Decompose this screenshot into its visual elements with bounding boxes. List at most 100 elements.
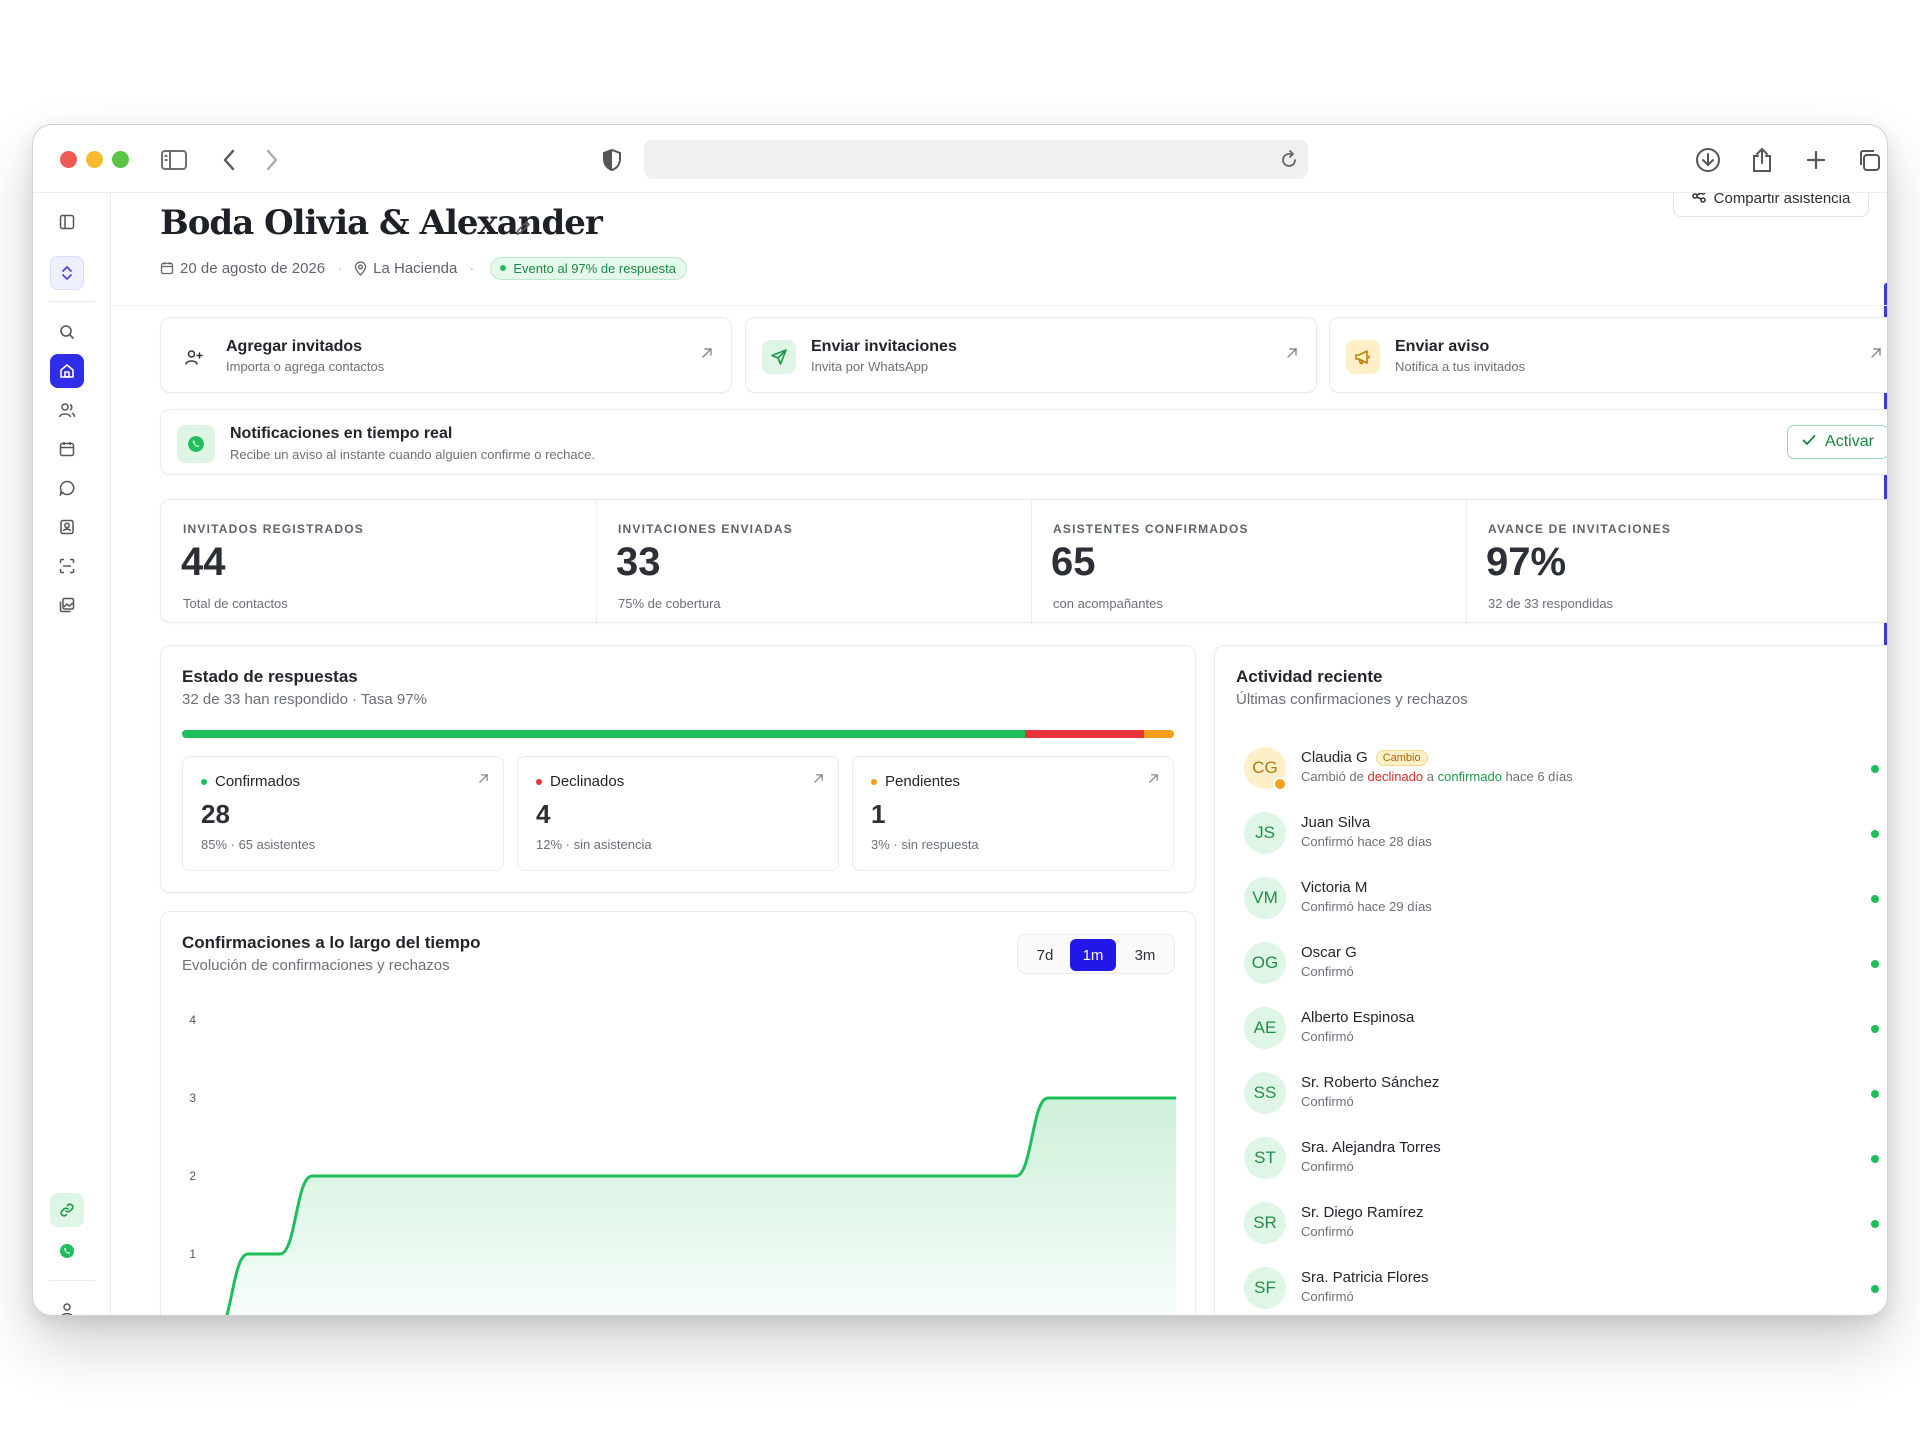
arrow-up-right-icon	[1148, 771, 1159, 789]
sidebar-toggle-icon[interactable]	[157, 143, 191, 177]
activity-name: Sra. Alejandra Torres	[1301, 1139, 1441, 1156]
stat-sub: con acompañantes	[1053, 596, 1163, 611]
declined-card[interactable]: Declinados 4 12% · sin asistencia	[517, 756, 839, 871]
arrow-up-right-icon	[478, 771, 489, 789]
contacts-icon[interactable]	[50, 510, 84, 544]
activity-name: Juan Silva	[1301, 814, 1371, 831]
event-selector-icon[interactable]	[50, 256, 84, 290]
activate-button[interactable]: Activar	[1787, 425, 1887, 459]
activity-description: Cambió de declinado a confirmado hace 6 …	[1301, 769, 1573, 784]
add-guests-card[interactable]: Agregar invitados Importa o agrega conta…	[160, 317, 732, 393]
close-window-button[interactable]	[60, 151, 77, 168]
activity-description: Confirmó hace 28 días	[1301, 834, 1432, 849]
gallery-icon[interactable]	[50, 588, 84, 622]
avatar: JS	[1244, 812, 1286, 854]
stat-label: ASISTENTES CONFIRMADOS	[1053, 522, 1249, 536]
action-subtitle: Invita por WhatsApp	[811, 359, 929, 374]
event-meta: 20 de agosto de 2026 · La Hacienda · Eve…	[160, 255, 687, 281]
tab-overview-icon[interactable]	[1852, 143, 1886, 177]
confirmed-count: 28	[201, 799, 230, 829]
send-invitations-card[interactable]: Enviar invitaciones Invita por WhatsApp	[745, 317, 1317, 393]
calendar-icon[interactable]	[50, 432, 84, 466]
activity-name: Alberto Espinosa	[1301, 1009, 1415, 1026]
activity-name: Claudia G Cambio	[1301, 749, 1428, 766]
timeline-chart: 01234	[189, 1013, 1176, 1315]
section-subtitle: Últimas confirmaciones y rechazos	[1236, 691, 1468, 708]
arrow-up-right-icon	[701, 346, 713, 364]
profile-icon[interactable]	[50, 1293, 84, 1315]
activity-name: Oscar G	[1301, 944, 1357, 961]
pending-label: Pendientes	[871, 773, 960, 790]
guests-icon[interactable]	[50, 393, 84, 427]
activity-item[interactable]: CG Claudia G Cambio Cambió de declinado a…	[1244, 741, 1884, 797]
confirmed-card[interactable]: Confirmados 28 85% · 65 asistentes	[182, 756, 504, 871]
pending-card[interactable]: Pendientes 1 3% · sin respuesta	[852, 756, 1174, 871]
messages-icon[interactable]	[50, 471, 84, 505]
send-icon	[762, 340, 796, 374]
activity-item[interactable]: SF Sra. Patricia Flores Confirmó	[1244, 1261, 1884, 1315]
scan-icon[interactable]	[50, 549, 84, 583]
declined-sub: 12% · sin asistencia	[536, 837, 652, 852]
send-notice-card[interactable]: Enviar aviso Notifica a tus invitados	[1329, 317, 1887, 393]
back-icon[interactable]	[212, 143, 246, 177]
address-bar[interactable]	[644, 140, 1308, 179]
action-subtitle: Importa o agrega contactos	[226, 359, 385, 374]
activity-name: Sr. Diego Ramírez	[1301, 1204, 1424, 1221]
section-subtitle: 32 de 33 han respondido · Tasa 97%	[182, 691, 427, 708]
confirmations-timeline-card: Confirmaciones a lo largo del tiempo Evo…	[160, 911, 1196, 1315]
maximize-window-button[interactable]	[112, 151, 129, 168]
minimize-window-button[interactable]	[86, 151, 103, 168]
share-attendance-label: Compartir asistencia	[1713, 193, 1851, 207]
new-tab-icon[interactable]	[1799, 143, 1833, 177]
activity-item[interactable]: ST Sra. Alejandra Torres Confirmó	[1244, 1131, 1884, 1187]
downloads-icon[interactable]	[1691, 143, 1725, 177]
forward-icon[interactable]	[255, 143, 289, 177]
arrow-up-right-icon	[813, 771, 824, 789]
status-dot	[1871, 1155, 1879, 1163]
activity-item[interactable]: SR Sr. Diego Ramírez Confirmó	[1244, 1196, 1884, 1252]
avatar: SR	[1244, 1202, 1286, 1244]
desc-post: hace 6 días	[1501, 769, 1573, 784]
activity-item[interactable]: JS Juan Silva Confirmó hace 28 días	[1244, 806, 1884, 862]
progress-segment-declinados	[1025, 730, 1145, 738]
avatar: ST	[1244, 1137, 1286, 1179]
y-tick-label: 2	[189, 1169, 196, 1183]
arrow-up-right-icon	[1286, 346, 1298, 364]
activity-item[interactable]: SS Sr. Roberto Sánchez Confirmó	[1244, 1066, 1884, 1122]
status-dot	[1871, 1090, 1879, 1098]
home-icon[interactable]	[50, 354, 84, 388]
activity-item[interactable]: VM Victoria M Confirmó hace 29 días	[1244, 871, 1884, 927]
avatar: OG	[1244, 942, 1286, 984]
megaphone-icon	[1346, 340, 1380, 374]
link-icon[interactable]	[50, 1193, 84, 1227]
stat-value: 97%	[1486, 540, 1567, 584]
check-icon	[1802, 433, 1816, 451]
avatar: SS	[1244, 1072, 1286, 1114]
shield-icon[interactable]	[595, 143, 629, 177]
search-icon[interactable]	[50, 315, 84, 349]
stat-value: 65	[1051, 540, 1096, 584]
desc-declined: declinado	[1367, 769, 1424, 784]
action-title: Enviar aviso	[1395, 338, 1490, 355]
collapse-sidebar-icon[interactable]	[50, 205, 84, 239]
stat-confirmed-attendees: ASISTENTES CONFIRMADOS 65 con acompañant…	[1031, 500, 1466, 624]
event-location: La Hacienda	[373, 259, 458, 277]
status-dot	[1871, 960, 1879, 968]
status-dot	[1871, 830, 1879, 838]
activity-item[interactable]: AE Alberto Espinosa Confirmó	[1244, 1001, 1884, 1057]
confirmed-label-text: Confirmados	[215, 773, 301, 790]
reload-icon[interactable]	[1280, 149, 1298, 174]
stat-sub: Total de contactos	[183, 596, 288, 611]
status-dot	[1871, 1220, 1879, 1228]
share-attendance-button[interactable]: Compartir asistencia	[1673, 193, 1869, 217]
activity-item[interactable]: OG Oscar G Confirmó	[1244, 936, 1884, 992]
activity-name: Sr. Roberto Sánchez	[1301, 1074, 1440, 1091]
share-icon[interactable]	[1745, 143, 1779, 177]
whatsapp-icon	[177, 425, 215, 463]
status-dot	[1871, 1025, 1879, 1033]
y-tick-label: 1	[189, 1247, 196, 1261]
edit-title-icon[interactable]	[514, 219, 532, 242]
dashboard-main: Compartir asistencia Boda Olivia & Alexa…	[112, 193, 1887, 1315]
whatsapp-icon[interactable]	[50, 1234, 84, 1268]
activity-description: Confirmó	[1301, 1094, 1354, 1109]
